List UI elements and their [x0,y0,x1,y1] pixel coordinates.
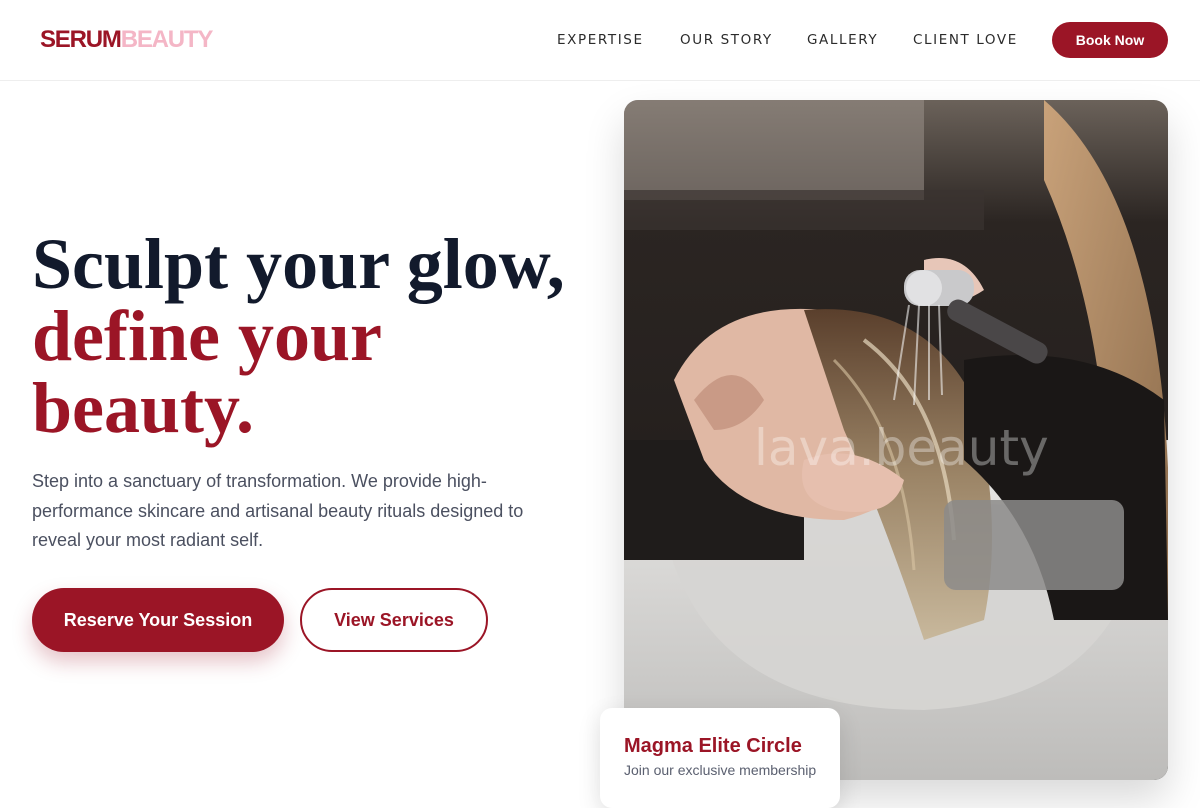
hero-subtext: Step into a sanctuary of transformation.… [32,471,524,550]
image-watermark: lava.beauty [754,419,1049,477]
membership-card[interactable]: Magma Elite Circle Join our exclusive me… [600,708,840,808]
hero-headline: Sculpt your glow, define your beauty. [32,228,612,444]
nav-link-expertise[interactable]: EXPERTISE [557,32,644,48]
reserve-session-button[interactable]: Reserve Your Session [32,588,284,652]
nav-link-gallery[interactable]: GALLERY [807,32,878,48]
view-services-button[interactable]: View Services [300,588,488,652]
membership-card-title: Magma Elite Circle [624,735,802,757]
salon-hair-wash-illustration: lava.beauty [624,100,1168,780]
hero-image: lava.beauty [624,100,1168,780]
brand-logo-part1: SERUM [40,26,122,53]
membership-card-subtitle: Join our exclusive membership [624,762,817,778]
headline-line-3: beauty. [32,368,255,448]
site-header: SERUMBEAUTY EXPERTISE OUR STORY GALLERY … [0,0,1200,81]
headline-line-1: Sculpt your glow, [32,224,565,304]
headline-line-2: define your [32,296,382,376]
brand-logo[interactable]: SERUMBEAUTY [40,26,214,54]
book-now-button[interactable]: Book Now [1052,22,1168,58]
nav-link-client-love[interactable]: CLIENT LOVE [913,32,1018,48]
nav-link-our-story[interactable]: OUR STORY [680,32,773,48]
brand-logo-part2: BEAUTY [120,26,214,53]
